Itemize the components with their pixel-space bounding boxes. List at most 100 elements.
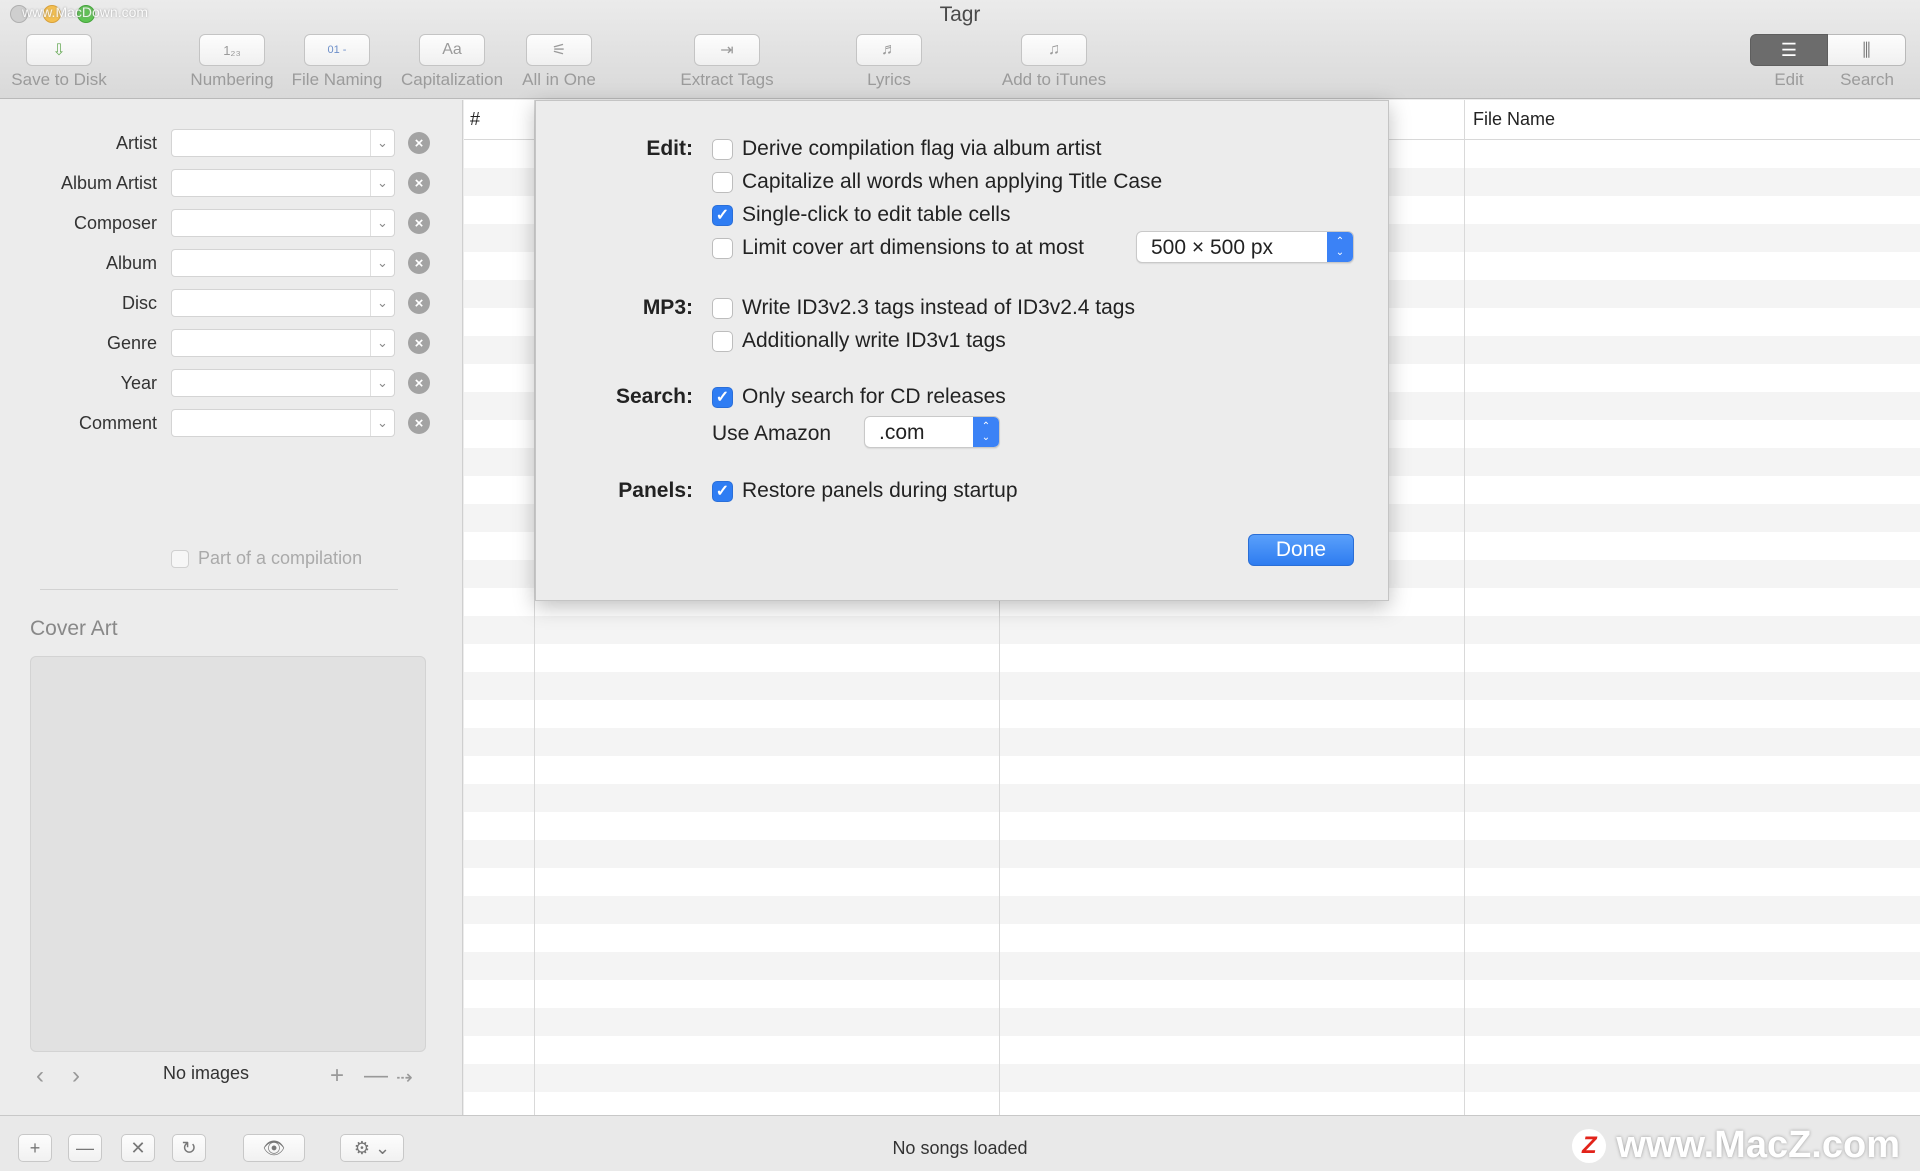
genre-combobox[interactable]: ⌄ — [171, 329, 395, 357]
toolbar: www.MacDown.com Tagr ⇩ Save to Disk 1₂₃ … — [0, 0, 1920, 99]
comment-combobox[interactable]: ⌄ — [171, 409, 395, 437]
next-image-icon[interactable]: › — [72, 1062, 80, 1090]
album-combobox[interactable]: ⌄ — [171, 249, 395, 277]
capitalization-button[interactable]: Aa Capitalization — [398, 34, 506, 90]
clear-genre-icon[interactable]: × — [408, 332, 430, 354]
chevron-down-icon[interactable]: ⌄ — [370, 130, 394, 156]
derive-compilation-option[interactable]: Derive compilation flag via album artist — [712, 137, 1101, 161]
write-id3v1-label: Additionally write ID3v1 tags — [742, 329, 1006, 352]
save-to-disk-button[interactable]: ⇩ Save to Disk — [10, 34, 108, 90]
composer-combobox[interactable]: ⌄ — [171, 209, 395, 237]
lyrics-button[interactable]: ♬ Lyrics — [855, 34, 923, 90]
edit-view-button[interactable]: ☰ — [1750, 34, 1828, 66]
search-view-button[interactable]: ⫼ — [1828, 34, 1906, 66]
cover-art-well[interactable] — [30, 656, 426, 1052]
done-button[interactable]: Done — [1248, 534, 1354, 566]
search-section-label: Search: — [615, 385, 693, 408]
genre-row: Genre ⌄ × — [0, 327, 463, 361]
limit-cover-art-option[interactable]: Limit cover art dimensions to at most — [712, 236, 1084, 260]
lyrics-label: Lyrics — [867, 70, 911, 89]
comment-label: Comment — [78, 413, 157, 433]
clear-year-icon[interactable]: × — [408, 372, 430, 394]
cd-releases-option[interactable]: ✓ Only search for CD releases — [712, 385, 1006, 409]
compilation-checkbox[interactable] — [171, 549, 189, 568]
single-click-edit-checkbox[interactable]: ✓ — [712, 204, 733, 226]
chevron-down-icon[interactable]: ⌄ — [370, 170, 394, 196]
write-id3v23-label: Write ID3v2.3 tags instead of ID3v2.4 ta… — [742, 296, 1135, 319]
write-id3v23-option[interactable]: Write ID3v2.3 tags instead of ID3v2.4 ta… — [712, 296, 1135, 320]
chevron-down-icon[interactable]: ⌄ — [370, 330, 394, 356]
edit-section-label: Edit: — [646, 137, 693, 160]
updown-arrows-icon: ⌃ ⌄ — [973, 417, 999, 447]
chevron-down-icon[interactable]: ⌄ — [370, 290, 394, 316]
disc-row: Disc ⌄ × — [0, 287, 463, 321]
clear-album-icon[interactable]: × — [408, 252, 430, 274]
chevron-down-icon[interactable]: ⌄ — [370, 250, 394, 276]
all-in-one-button[interactable]: ⚟ All in One — [518, 34, 600, 90]
restore-panels-checkbox[interactable]: ✓ — [712, 480, 733, 502]
cd-releases-label: Only search for CD releases — [742, 385, 1006, 408]
chevron-down-icon[interactable]: ⌄ — [370, 410, 394, 436]
column-header-number[interactable]: # — [470, 109, 480, 130]
compilation-checkbox-row[interactable]: Part of a compilation — [171, 548, 362, 569]
add-to-itunes-label: Add to iTunes — [1001, 70, 1107, 89]
capitalize-all-words-label: Capitalize all words when applying Title… — [742, 170, 1163, 193]
clear-composer-icon[interactable]: × — [408, 212, 430, 234]
search-view-label: Search — [1840, 70, 1894, 89]
tag-editor-panel: Artist ⌄ × Album Artist ⌄ × Composer ⌄ ×… — [0, 100, 463, 1115]
artist-label: Artist — [115, 133, 157, 153]
derive-compilation-checkbox[interactable] — [712, 138, 733, 160]
remove-image-icon[interactable]: — — [364, 1062, 388, 1090]
add-image-icon[interactable]: + — [330, 1062, 344, 1090]
album-artist-label: Album Artist — [60, 173, 157, 193]
file-naming-icon: 01 - — [304, 34, 370, 66]
single-click-edit-label: Single-click to edit table cells — [742, 203, 1011, 226]
clear-artist-icon[interactable]: × — [408, 132, 430, 154]
year-combobox[interactable]: ⌄ — [171, 369, 395, 397]
capitalize-all-words-option[interactable]: Capitalize all words when applying Title… — [712, 170, 1162, 194]
capitalization-icon: Aa — [419, 34, 485, 66]
genre-label: Genre — [106, 333, 157, 353]
write-id3v1-checkbox[interactable] — [712, 330, 733, 352]
watermark: Z www.MacZ.com — [1572, 1124, 1900, 1167]
chevron-down-icon[interactable]: ⌄ — [370, 370, 394, 396]
clear-disc-icon[interactable]: × — [408, 292, 430, 314]
clear-comment-icon[interactable]: × — [408, 412, 430, 434]
column-header-file-name[interactable]: File Name — [1473, 109, 1555, 130]
artist-combobox[interactable]: ⌄ — [171, 129, 395, 157]
itunes-note-icon: ♫ — [1021, 34, 1087, 66]
single-click-edit-option[interactable]: ✓ Single-click to edit table cells — [712, 203, 1010, 227]
list-icon: ☰ — [1780, 39, 1798, 60]
restore-panels-label: Restore panels during startup — [742, 479, 1018, 502]
cover-size-value: 500 × 500 px — [1151, 236, 1274, 259]
write-id3v1-option[interactable]: Additionally write ID3v1 tags — [712, 329, 1006, 353]
checkmark-icon: ✓ — [715, 207, 730, 224]
amazon-domain-popup[interactable]: .com ⌃ ⌄ — [864, 416, 1000, 448]
write-id3v23-checkbox[interactable] — [712, 297, 733, 319]
disc-combobox[interactable]: ⌄ — [171, 289, 395, 317]
file-naming-button[interactable]: 01 - File Naming — [290, 34, 384, 90]
limit-cover-art-label: Limit cover art dimensions to at most — [742, 236, 1084, 259]
columns-icon: ⫼ — [1862, 39, 1871, 60]
compilation-label: Part of a compilation — [198, 548, 363, 568]
extract-tags-button[interactable]: ⇥ Extract Tags — [676, 34, 778, 90]
limit-cover-art-checkbox[interactable] — [712, 237, 733, 259]
previous-image-icon[interactable]: ‹ — [36, 1062, 44, 1090]
capitalize-all-words-checkbox[interactable] — [712, 171, 733, 193]
add-to-itunes-button[interactable]: ♫ Add to iTunes — [998, 34, 1110, 90]
year-label: Year — [120, 373, 157, 393]
cd-releases-checkbox[interactable]: ✓ — [712, 386, 733, 408]
bottom-bar: + — ✕ ↻ 👁 ⚙ ⌄ No songs loaded Z www.MacZ… — [0, 1115, 1920, 1171]
restore-panels-option[interactable]: ✓ Restore panels during startup — [712, 479, 1018, 503]
edit-view-label: Edit — [1774, 70, 1804, 89]
artist-row: Artist ⌄ × — [0, 127, 463, 161]
save-to-disk-label: Save to Disk — [11, 70, 107, 89]
numbering-button[interactable]: 1₂₃ Numbering — [188, 34, 276, 90]
composer-label: Composer — [73, 213, 157, 233]
export-image-icon[interactable]: ⇢ — [396, 1065, 413, 1090]
derive-compilation-label: Derive compilation flag via album artist — [742, 137, 1102, 160]
cover-size-popup[interactable]: 500 × 500 px ⌃ ⌄ — [1136, 231, 1354, 263]
chevron-down-icon[interactable]: ⌄ — [370, 210, 394, 236]
clear-album-artist-icon[interactable]: × — [408, 172, 430, 194]
album-artist-combobox[interactable]: ⌄ — [171, 169, 395, 197]
